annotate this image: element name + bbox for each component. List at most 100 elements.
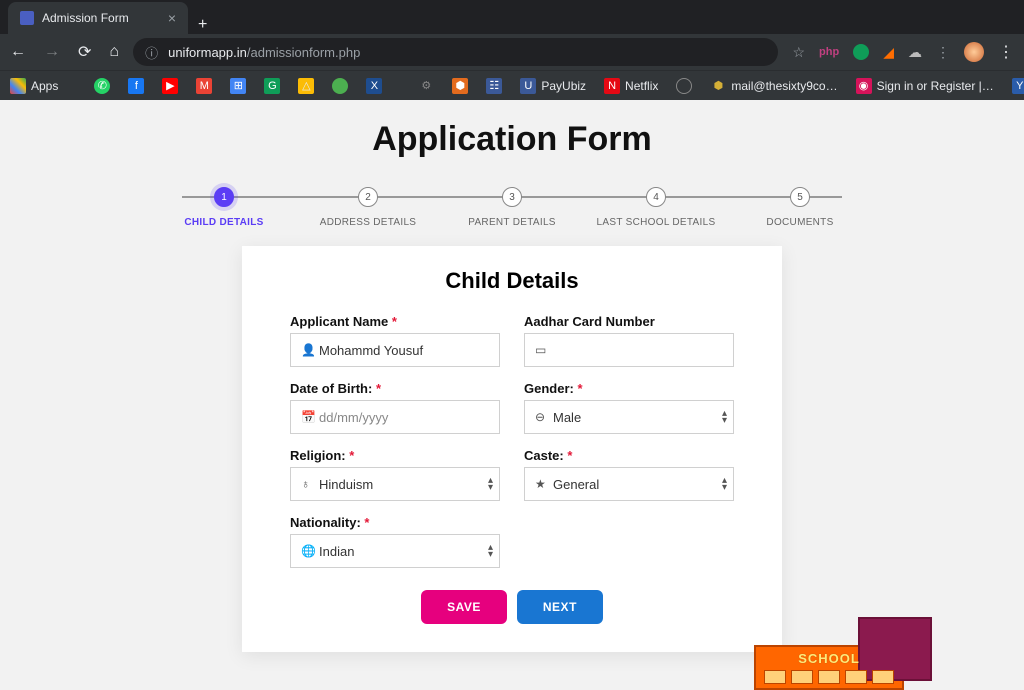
bookmark-netflix[interactable]: NNetflix bbox=[604, 78, 658, 94]
field-aadhar: Aadhar Card Number ▭ bbox=[524, 314, 734, 367]
field-label: Caste: * bbox=[524, 448, 734, 463]
field-label: Gender: * bbox=[524, 381, 734, 396]
school-sign-text: SCHOOL bbox=[798, 651, 860, 666]
step-child-details[interactable]: 1 CHILD DETAILS bbox=[152, 187, 296, 228]
new-tab-button[interactable]: + bbox=[188, 16, 217, 34]
extension-icon[interactable] bbox=[853, 44, 869, 60]
save-button[interactable]: SAVE bbox=[421, 590, 507, 624]
select-value: Hinduism bbox=[319, 477, 489, 492]
field-label: Applicant Name * bbox=[290, 314, 500, 329]
back-icon[interactable]: ← bbox=[10, 43, 26, 61]
select-value: General bbox=[553, 477, 723, 492]
chevron-updown-icon: ▴▾ bbox=[488, 477, 493, 491]
drive-icon: △ bbox=[298, 78, 314, 94]
religion-select[interactable]: ♁ Hinduism ▴▾ bbox=[290, 467, 500, 501]
address-bar[interactable]: ⓘ uniformapp.in/admissionform.php bbox=[133, 38, 778, 66]
reload-icon[interactable]: ⟳ bbox=[78, 42, 91, 62]
chevron-updown-icon: ▴▾ bbox=[488, 544, 493, 558]
bookmark-item[interactable]: M bbox=[196, 78, 212, 94]
field-caste: Caste: * ★ General ▴▾ bbox=[524, 448, 734, 501]
bookmark-item[interactable]: ▶ bbox=[162, 78, 178, 94]
bookmark-star-icon[interactable]: ☆ bbox=[792, 44, 805, 61]
app-icon: ⊞ bbox=[230, 78, 246, 94]
step-label: LAST SCHOOL DETAILS bbox=[597, 217, 716, 228]
chrome-menu-icon[interactable]: ⋮ bbox=[998, 42, 1014, 62]
extension-icon[interactable]: ☁ bbox=[908, 44, 922, 61]
browser-toolbar: ← → ⟳ ⌂ ⓘ uniformapp.in/admissionform.ph… bbox=[0, 34, 1024, 70]
form-card: Child Details Applicant Name * 👤 Mohammd… bbox=[242, 246, 782, 652]
step-address-details[interactable]: 2 ADDRESS DETAILS bbox=[296, 187, 440, 228]
bookmark-item[interactable]: ⚙ bbox=[418, 78, 434, 94]
bookmark-mail[interactable]: ⬢mail@thesixty9co… bbox=[710, 78, 837, 94]
whatsapp-icon: ✆ bbox=[94, 78, 110, 94]
dob-input[interactable]: 📅 dd/mm/yyyy bbox=[290, 400, 500, 434]
divider: ⋮ bbox=[936, 44, 950, 61]
site-info-icon[interactable]: ⓘ bbox=[145, 43, 158, 62]
page-title: Application Form bbox=[0, 120, 1024, 159]
bookmark-item[interactable]: ☷ bbox=[486, 78, 502, 94]
chevron-updown-icon: ▴▾ bbox=[722, 410, 727, 424]
url-text: uniformapp.in/admissionform.php bbox=[168, 45, 360, 60]
calendar-icon: 📅 bbox=[301, 410, 319, 424]
bookmark-item[interactable]: △ bbox=[298, 78, 314, 94]
apps-shortcut[interactable]: Apps bbox=[10, 78, 58, 94]
facebook-icon: f bbox=[128, 78, 144, 94]
app-icon: ☷ bbox=[486, 78, 502, 94]
field-nationality: Nationality: * 🌐 Indian ▴▾ bbox=[290, 515, 500, 568]
app-icon: ⚙ bbox=[418, 78, 434, 94]
gmail-icon: M bbox=[196, 78, 212, 94]
app-icon: ⬢ bbox=[452, 78, 468, 94]
bookmark-item[interactable]: ⊞ bbox=[230, 78, 246, 94]
caste-select[interactable]: ★ General ▴▾ bbox=[524, 467, 734, 501]
close-icon[interactable]: × bbox=[168, 10, 176, 26]
id-card-icon: ▭ bbox=[535, 343, 553, 357]
religion-icon: ♁ bbox=[301, 477, 319, 491]
bookmark-signin[interactable]: ◉Sign in or Register |… bbox=[856, 78, 994, 94]
step-documents[interactable]: 5 DOCUMENTS bbox=[728, 187, 872, 228]
browser-tab-strip: Admission Form × + bbox=[0, 0, 1024, 34]
step-number: 3 bbox=[502, 187, 522, 207]
page-content: Application Form 1 CHILD DETAILS 2 ADDRE… bbox=[0, 100, 1024, 640]
gender-select[interactable]: ⊖ Male ▴▾ bbox=[524, 400, 734, 434]
profile-avatar[interactable] bbox=[964, 42, 984, 62]
select-value: Male bbox=[553, 410, 723, 425]
home-icon[interactable]: ⌂ bbox=[109, 43, 119, 61]
chevron-updown-icon: ▴▾ bbox=[722, 477, 727, 491]
step-last-school-details[interactable]: 4 LAST SCHOOL DETAILS bbox=[584, 187, 728, 228]
extension-icon[interactable]: ◢ bbox=[883, 44, 894, 61]
step-parent-details[interactable]: 3 PARENT DETAILS bbox=[440, 187, 584, 228]
step-number: 1 bbox=[214, 187, 234, 207]
nationality-select[interactable]: 🌐 Indian ▴▾ bbox=[290, 534, 500, 568]
step-number: 2 bbox=[358, 187, 378, 207]
payubiz-icon: U bbox=[520, 78, 536, 94]
input-value: Mohammd Yousuf bbox=[319, 343, 489, 358]
select-value: Indian bbox=[319, 544, 489, 559]
gender-icon: ⊖ bbox=[535, 410, 553, 424]
bookmark-item[interactable] bbox=[332, 78, 348, 94]
bookmark-youth4work[interactable]: YYouth4work: Asses… bbox=[1012, 78, 1024, 94]
bookmark-item[interactable]: G bbox=[264, 78, 280, 94]
browser-tab-active[interactable]: Admission Form × bbox=[8, 2, 188, 34]
step-label: PARENT DETAILS bbox=[468, 217, 556, 228]
netflix-icon: N bbox=[604, 78, 620, 94]
field-label: Date of Birth: * bbox=[290, 381, 500, 396]
next-button[interactable]: NEXT bbox=[517, 590, 603, 624]
bookmark-item[interactable]: f bbox=[128, 78, 144, 94]
school-illustration: SCHOOL bbox=[754, 645, 904, 690]
extension-icon[interactable]: php bbox=[819, 46, 839, 58]
forward-icon[interactable]: → bbox=[44, 43, 60, 61]
youtube-icon: ▶ bbox=[162, 78, 178, 94]
card-title: Child Details bbox=[290, 268, 734, 294]
bookmark-item[interactable]: ⬢ bbox=[452, 78, 468, 94]
applicant-name-input[interactable]: 👤 Mohammd Yousuf bbox=[290, 333, 500, 367]
bookmark-item[interactable]: ✆ bbox=[94, 78, 110, 94]
field-dob: Date of Birth: * 📅 dd/mm/yyyy bbox=[290, 381, 500, 434]
bookmarks-bar: Apps ✆ f ▶ M ⊞ G △ X ⚙ ⬢ ☷ UPayUbiz NNet… bbox=[0, 70, 1024, 100]
bookmark-payubiz[interactable]: UPayUbiz bbox=[520, 78, 586, 94]
step-label: CHILD DETAILS bbox=[184, 217, 263, 228]
step-number: 4 bbox=[646, 187, 666, 207]
bookmark-item[interactable]: X bbox=[366, 78, 382, 94]
bookmark-item[interactable] bbox=[676, 78, 692, 94]
globe-icon: 🌐 bbox=[301, 544, 319, 558]
aadhar-input[interactable]: ▭ bbox=[524, 333, 734, 367]
